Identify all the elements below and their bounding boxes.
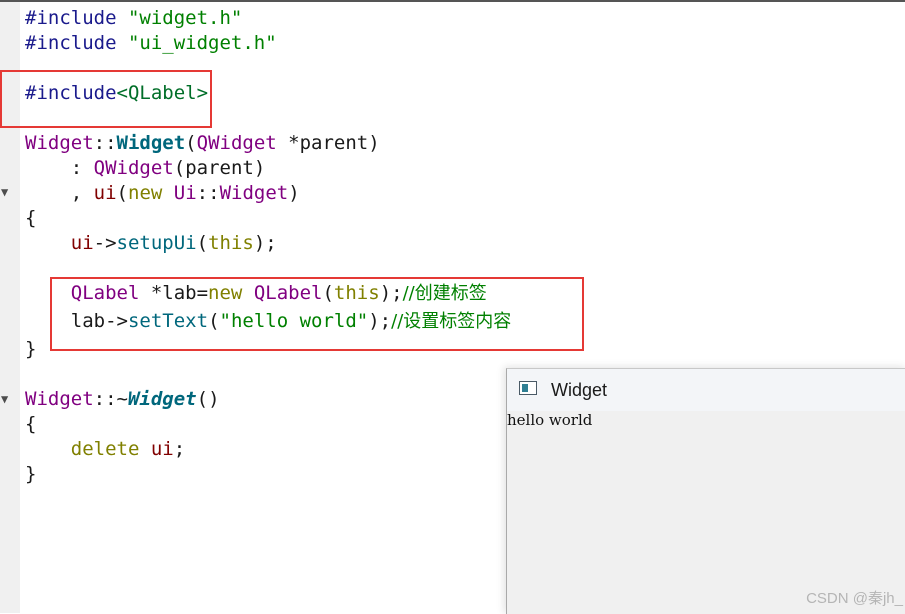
tilde: ~ [116, 388, 128, 410]
paren: ) [253, 157, 266, 179]
member-name: ui [93, 182, 117, 204]
code-line-7[interactable]: { [25, 206, 36, 231]
pointer-star: * [276, 132, 300, 154]
scope-operator: :: [93, 388, 117, 410]
code-line-15[interactable]: } [25, 462, 36, 487]
window-client-area: hello world [507, 411, 905, 614]
keyword: delete [70, 438, 140, 460]
code-line-11[interactable]: } [25, 337, 36, 362]
brace: { [25, 207, 37, 229]
class-name: Widget [219, 182, 289, 204]
code-line-12[interactable]: Widget::~Widget() [25, 387, 220, 412]
code-line-4[interactable]: Widget::Widget(QWidget *parent) [25, 131, 380, 156]
init-colon: : [70, 157, 94, 179]
code-line-1[interactable]: #include "widget.h" [25, 6, 242, 31]
paren: ) [288, 182, 300, 204]
hello-label: hello world [507, 411, 593, 429]
code-line-8[interactable]: ui->setupUi(this); [25, 231, 277, 256]
scope-operator: :: [196, 182, 220, 204]
code-line-14[interactable]: delete ui; [25, 437, 185, 462]
code-line-2[interactable]: #include "ui_widget.h" [25, 31, 277, 56]
namespace: Ui [173, 182, 197, 204]
semicolon: ; [173, 438, 186, 460]
class-name: Widget [25, 388, 94, 410]
include-header: "widget.h" [127, 7, 243, 29]
preprocessor-directive: #include [25, 32, 117, 54]
param-name: parent [299, 132, 369, 154]
paren: ( [116, 182, 128, 204]
window-app-icon [519, 381, 537, 395]
member-name: ui [150, 438, 174, 460]
paren: ( [173, 157, 186, 179]
paren: ( [196, 232, 209, 254]
scope-operator: :: [93, 132, 117, 154]
argument: parent [185, 157, 254, 179]
csdn-watermark: CSDN @秦jh_ [806, 590, 903, 607]
param-type: QWidget [196, 132, 277, 154]
include-header: "ui_widget.h" [127, 32, 277, 54]
window-title: Widget [551, 380, 608, 400]
init-comma: , [70, 182, 94, 204]
window-titlebar[interactable]: Widget [507, 369, 905, 411]
paren: ) [368, 132, 380, 154]
brace: } [25, 463, 37, 485]
class-name: Widget [25, 132, 94, 154]
code-line-13[interactable]: { [25, 412, 36, 437]
keyword: this [208, 232, 254, 254]
brace: } [25, 338, 37, 360]
preprocessor-directive: #include [25, 7, 117, 29]
keyword: new [128, 182, 163, 204]
arrow-operator: -> [93, 232, 117, 254]
paren: ); [253, 232, 277, 254]
code-line-5[interactable]: : QWidget(parent) [25, 156, 266, 181]
brace: { [25, 413, 37, 435]
destructor-name: Widget [127, 388, 197, 410]
paren: () [196, 388, 220, 410]
constructor-name: Widget [116, 132, 186, 154]
paren: ( [185, 132, 197, 154]
highlight-box-include [0, 70, 212, 128]
base-class: QWidget [93, 157, 174, 179]
function-call: setupUi [116, 232, 197, 254]
highlight-box-label-code [50, 277, 584, 351]
widget-window[interactable]: Widget hello world CSDN @秦jh_ [506, 368, 905, 614]
member-name: ui [70, 232, 94, 254]
code-line-6[interactable]: , ui(new Ui::Widget) [25, 181, 300, 206]
